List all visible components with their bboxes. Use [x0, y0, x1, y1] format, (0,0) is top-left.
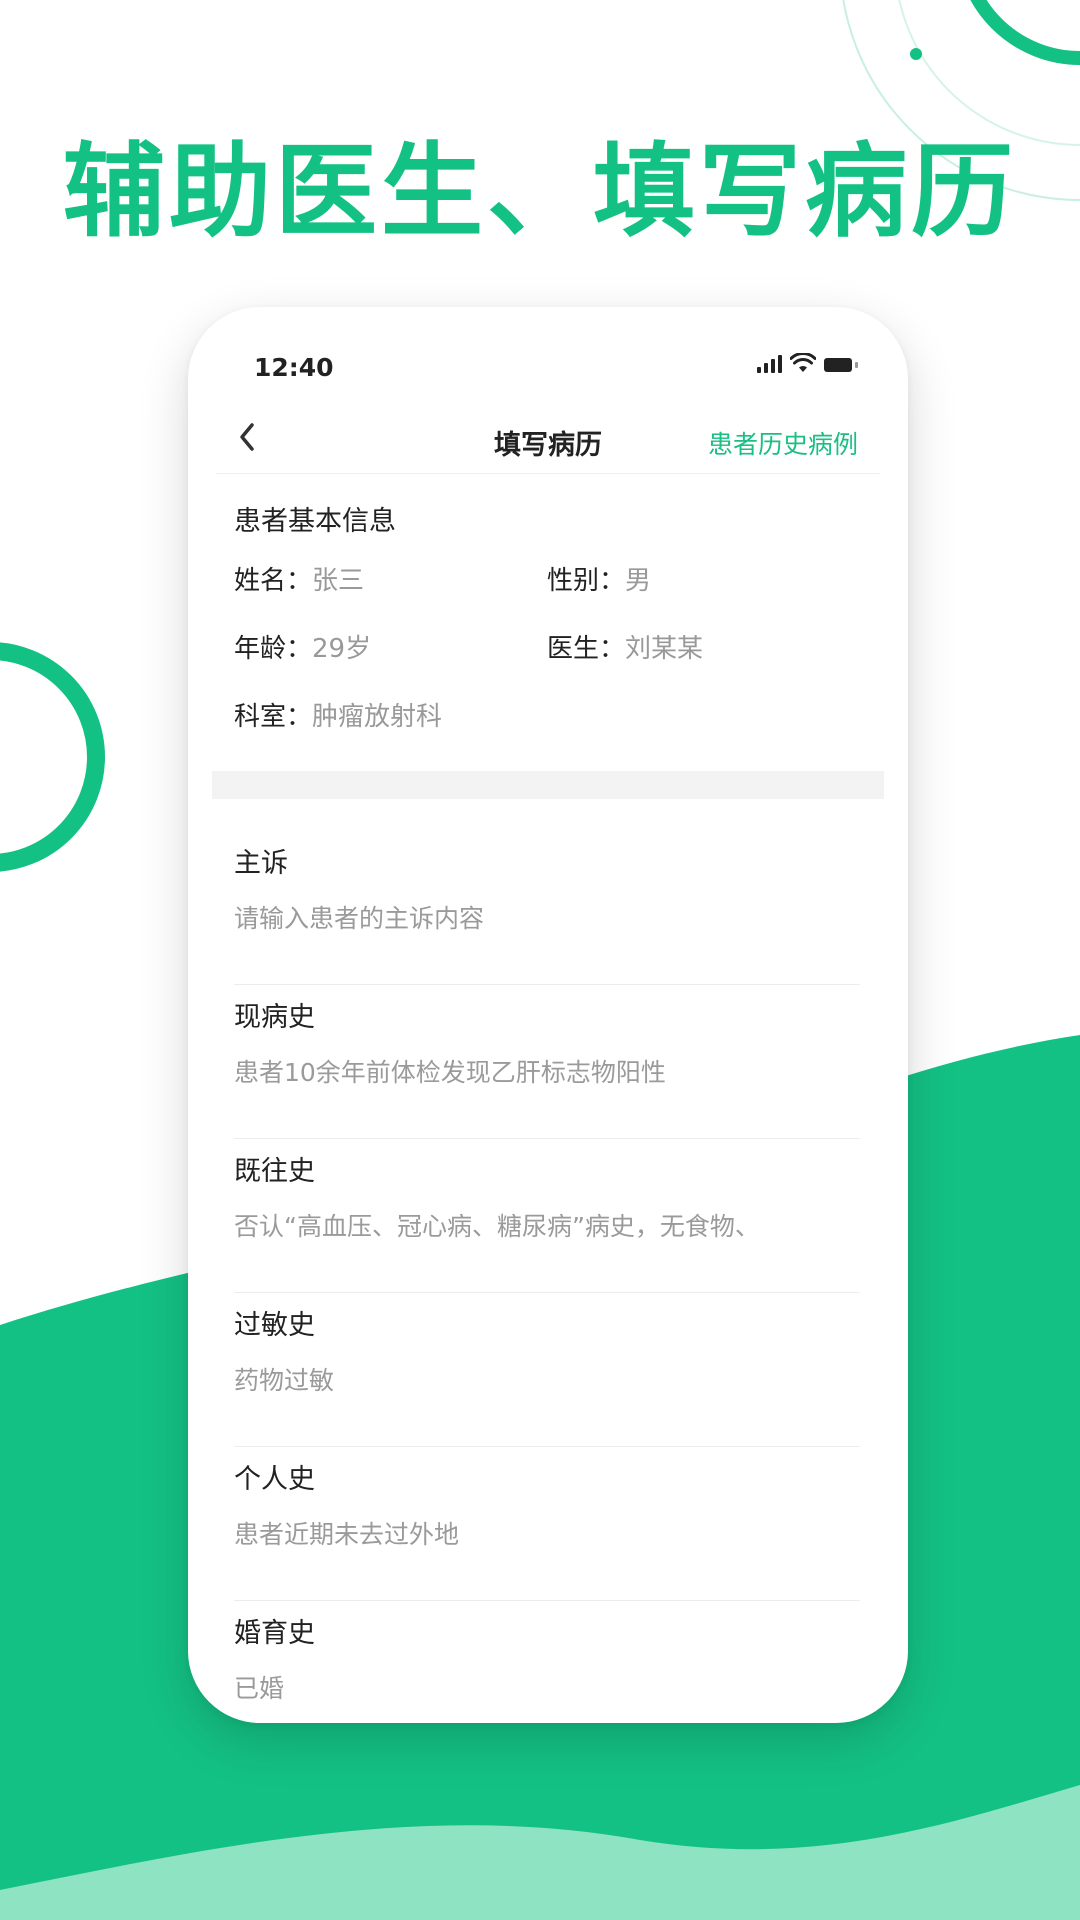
info-gender: 性别：男: [547, 560, 651, 597]
thick-arc-top: [970, 0, 1080, 65]
status-icons: [757, 353, 858, 373]
record-input[interactable]: 患者近期未去过外地: [234, 1515, 459, 1551]
record-input[interactable]: 请输入患者的主诉内容: [234, 899, 484, 935]
patient-info-section: 患者基本信息 姓名：张三 性别：男 年龄：29岁 医生：刘某某 科室：肿瘤放射科: [234, 499, 864, 764]
patient-info-title: 患者基本信息: [234, 506, 396, 537]
record-personal-history[interactable]: 个人史 患者近期未去过外地: [234, 1447, 860, 1601]
info-label: 年龄：: [234, 634, 313, 664]
info-value: 肿瘤放射科: [312, 702, 443, 732]
info-label: 医生：: [547, 634, 626, 664]
left-ring: [0, 642, 105, 872]
patient-info-grid: 姓名：张三 性别：男 年龄：29岁 医生：刘某某 科室：肿瘤放射科: [234, 560, 864, 764]
info-row: 姓名：张三 性别：男: [234, 560, 864, 628]
info-doctor: 医生：刘某某: [547, 628, 703, 665]
section-separator: [212, 771, 884, 799]
record-input[interactable]: 否认“高血压、冠心病、糖尿病”病史，无食物、: [234, 1207, 760, 1243]
info-age: 年龄：29岁: [234, 628, 371, 665]
status-time: 12:40: [254, 353, 334, 382]
record-present-illness[interactable]: 现病史 患者10余年前体检发现乙肝标志物阳性: [234, 985, 860, 1139]
record-label: 个人史: [234, 1464, 315, 1495]
record-label: 现病史: [234, 1002, 315, 1033]
phone-mockup: 12:40 填写病历 患者历史病例 患者基本信息 姓名：张三 性别：男 年龄：2…: [188, 307, 908, 1723]
info-row: 年龄：29岁 医生：刘某某: [234, 628, 864, 696]
record-past-history[interactable]: 既往史 否认“高血压、冠心病、糖尿病”病史，无食物、: [234, 1139, 860, 1293]
info-name: 姓名：张三: [234, 560, 364, 597]
info-value: 张三: [312, 566, 365, 596]
record-marital-history[interactable]: 婚育史 已婚: [234, 1601, 860, 1723]
record-input[interactable]: 药物过敏: [234, 1361, 334, 1397]
battery-icon: [824, 357, 858, 373]
nav-bar: 填写病历 患者历史病例: [188, 407, 908, 471]
history-records-link[interactable]: 患者历史病例: [708, 425, 858, 461]
info-row: 科室：肿瘤放射科: [234, 696, 864, 764]
record-input[interactable]: 已婚: [234, 1669, 284, 1705]
nav-divider: [216, 473, 880, 474]
info-label: 科室：: [234, 702, 313, 732]
record-label: 主诉: [234, 848, 288, 879]
info-department: 科室：肿瘤放射科: [234, 696, 442, 733]
info-value: 刘某某: [625, 634, 704, 664]
dot: [910, 48, 922, 60]
status-bar: 12:40: [188, 307, 908, 407]
info-label: 姓名：: [234, 566, 313, 596]
signal-icon: [757, 355, 782, 373]
info-label: 性别：: [547, 566, 626, 596]
medical-record-list: 主诉 请输入患者的主诉内容 现病史 患者10余年前体检发现乙肝标志物阳性 既往史…: [234, 831, 860, 1723]
record-allergy-history[interactable]: 过敏史 药物过敏: [234, 1293, 860, 1447]
info-value: 29岁: [312, 634, 372, 664]
headline: 辅助医生、填写病历: [63, 133, 1017, 252]
record-chief-complaint[interactable]: 主诉 请输入患者的主诉内容: [234, 831, 860, 985]
record-input[interactable]: 患者10余年前体检发现乙肝标志物阳性: [234, 1053, 666, 1089]
record-label: 过敏史: [234, 1310, 315, 1341]
record-label: 既往史: [234, 1156, 315, 1187]
wifi-icon: [790, 353, 816, 372]
info-value: 男: [625, 566, 652, 596]
record-label: 婚育史: [234, 1618, 315, 1649]
